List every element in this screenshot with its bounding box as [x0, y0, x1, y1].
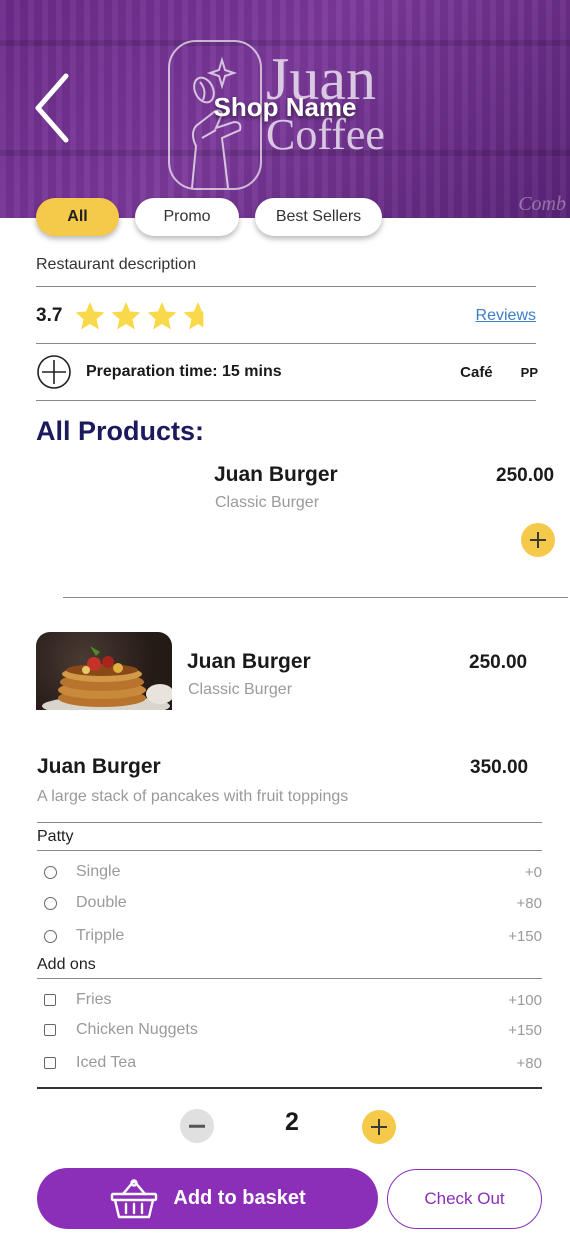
addons-section-title: Add ons — [37, 956, 96, 973]
checkbox[interactable] — [44, 994, 56, 1006]
product-subtitle: Classic Burger — [188, 681, 293, 698]
option-price: +150 — [508, 927, 542, 945]
star-icon — [148, 302, 177, 330]
option-label: Tripple — [76, 927, 125, 944]
option-price: +150 — [508, 1021, 542, 1039]
pancake-illustration — [42, 646, 172, 710]
option-price: +0 — [524, 863, 542, 881]
checkbox[interactable] — [44, 1024, 56, 1036]
quantity-stepper: 2 — [180, 1108, 396, 1144]
detail-product-price: 350.00 — [470, 757, 529, 778]
radio-button[interactable] — [44, 929, 57, 943]
category-label: Café — [460, 363, 493, 381]
divider — [37, 1087, 542, 1089]
background-sign: Comb — [518, 193, 566, 215]
shop-name-title: Shop Name — [213, 92, 357, 122]
tab-all[interactable]: All — [36, 198, 119, 236]
price-range-label: PP — [520, 364, 538, 380]
basket-icon — [111, 1178, 158, 1218]
product-card[interactable]: Juan Burger Classic Burger 250.00 — [0, 460, 570, 580]
patty-option-tripple[interactable]: Tripple +150 — [37, 923, 542, 949]
checkout-button[interactable]: Check Out — [387, 1169, 542, 1229]
addon-option-chicken-nuggets[interactable]: Chicken Nuggets +150 — [37, 1017, 542, 1043]
star-icon — [76, 302, 105, 330]
add-to-basket-label: Add to basket — [173, 1187, 306, 1209]
detail-product-name: Juan Burger — [37, 755, 161, 778]
restaurant-description: Restaurant description — [36, 256, 197, 273]
option-label: Fries — [76, 991, 112, 1008]
section-title: All Products: — [36, 416, 205, 446]
divider — [63, 597, 568, 598]
decrease-quantity-button[interactable] — [180, 1109, 214, 1143]
option-price: +80 — [516, 894, 542, 912]
header-banner: Juan Coffee Comb Shop Name — [0, 0, 570, 218]
pancake-image — [36, 632, 172, 710]
option-price: +80 — [516, 1054, 542, 1072]
tab-promo[interactable]: Promo — [135, 198, 239, 236]
add-to-basket-button[interactable]: Add to basket — [37, 1168, 378, 1229]
addon-option-fries[interactable]: Fries +100 — [37, 987, 542, 1013]
product-price: 250.00 — [469, 652, 528, 673]
addon-option-iced-tea[interactable]: Iced Tea +80 — [37, 1050, 542, 1076]
prep-time-row: Preparation time: 15 mins Café PP — [36, 354, 538, 390]
divider — [36, 343, 536, 344]
patty-option-single[interactable]: Single +0 — [37, 859, 542, 885]
star-half-icon — [184, 302, 204, 330]
divider — [37, 850, 542, 851]
option-label: Chicken Nuggets — [76, 1021, 198, 1038]
option-label: Double — [76, 894, 127, 911]
clock-icon — [37, 355, 71, 389]
option-price: +100 — [508, 991, 542, 1009]
divider — [37, 978, 542, 979]
divider — [37, 822, 542, 823]
product-name: Juan Burger — [214, 463, 338, 486]
product-name: Juan Burger — [187, 650, 311, 673]
product-card[interactable]: Juan Burger Classic Burger 250.00 — [180, 640, 550, 710]
prep-time-text: Preparation time: 15 mins — [86, 363, 282, 380]
radio-button[interactable] — [44, 865, 57, 879]
detail-product-description: A large stack of pancakes with fruit top… — [37, 788, 349, 805]
option-label: Single — [76, 863, 121, 880]
radio-button[interactable] — [44, 896, 57, 910]
rating-stars — [74, 300, 214, 332]
add-product-button[interactable] — [521, 523, 555, 557]
quantity-value: 2 — [285, 1108, 299, 1136]
divider — [36, 286, 536, 287]
product-price: 250.00 — [496, 465, 555, 486]
star-icon — [112, 302, 141, 330]
category-tabs: All Promo Best Sellers — [36, 198, 382, 236]
option-label: Iced Tea — [76, 1054, 137, 1071]
increase-quantity-button[interactable] — [362, 1110, 396, 1144]
patty-section-title: Patty — [37, 828, 74, 845]
checkbox[interactable] — [44, 1057, 56, 1069]
product-subtitle: Classic Burger — [215, 494, 320, 511]
rating-value: 3.7 — [36, 305, 63, 326]
tab-best-sellers[interactable]: Best Sellers — [255, 198, 382, 236]
divider — [36, 400, 536, 401]
reviews-link[interactable]: Reviews — [476, 307, 536, 325]
patty-option-double[interactable]: Double +80 — [37, 890, 542, 916]
rating-row: 3.7 Reviews — [36, 298, 536, 334]
